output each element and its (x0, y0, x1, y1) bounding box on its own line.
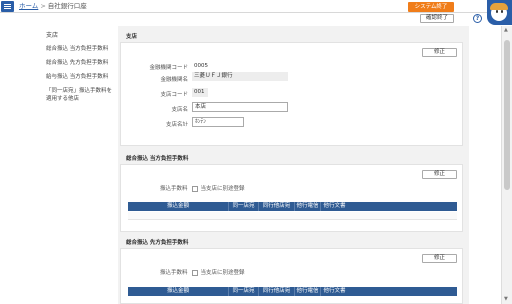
branch-code-value: 001 (192, 88, 208, 97)
fee-theirs-checkbox-label: 当支店に別途登録 (200, 270, 245, 276)
column-header: 同一店宛 (228, 287, 258, 296)
bank-code-value: 0005 (194, 63, 208, 69)
breadcrumb-home-link[interactable]: ホーム (19, 2, 38, 10)
confirm-exit-button[interactable]: 確認終了 (420, 14, 454, 23)
fee-theirs-section-title: 総合振込 先方負担手数料 (126, 240, 189, 246)
sidebar-item-fee-ours[interactable]: 総合振込 当方負担手数料 (46, 45, 116, 53)
hamburger-icon[interactable] (1, 1, 14, 12)
column-header: 同行他店宛 (258, 287, 294, 296)
fee-theirs-edit-button[interactable]: 修正 (422, 254, 457, 263)
fee-theirs-fee-label: 振込手数料 (160, 270, 188, 276)
breadcrumb-current: 自社銀行口座 (47, 2, 87, 10)
branch-section-title: 支店 (126, 34, 138, 40)
fee-ours-checkbox[interactable] (191, 185, 198, 192)
branch-name-label: 支店名 (171, 107, 188, 113)
sidebar-item-branch[interactable]: 支店 (46, 30, 116, 39)
scroll-up-icon[interactable]: ▲ (504, 27, 508, 33)
bank-name-label: 金融機関名 (160, 77, 188, 83)
column-header: 同一店宛 (228, 202, 258, 211)
fee-theirs-checkbox[interactable] (191, 269, 198, 276)
fee-ours-edit-button[interactable]: 修正 (422, 170, 457, 179)
fee-ours-fee-label: 振込手数料 (160, 186, 188, 192)
breadcrumb: ホーム > 自社銀行口座 (19, 2, 87, 10)
column-header: 他行文書 (320, 287, 348, 296)
fee-ours-option-row: 振込手数料 当支店に別途登録 (160, 184, 245, 192)
bank-name-value: 三菱ＵＦＪ銀行 (192, 72, 288, 81)
sidebar-item-fee-theirs[interactable]: 総合振込 先方負担手数料 (46, 59, 116, 67)
branch-kana-input[interactable]: ﾎﾝﾃﾝ (192, 117, 244, 127)
fee-ours-panel (120, 164, 463, 232)
vertical-scrollbar[interactable]: ▲ ▼ (501, 26, 512, 304)
fee-theirs-table-header: 振込金額 同一店宛 同行他店宛 他行電信 他行文書 (128, 287, 457, 296)
column-header: 振込金額 (166, 203, 189, 209)
sidebar-nav: 支店 総合振込 当方負担手数料 総合振込 先方負担手数料 給与振込 当方負担手数… (46, 30, 116, 109)
bank-code-label: 金融機関コード (149, 65, 188, 71)
branch-edit-button[interactable]: 修正 (422, 48, 457, 57)
fee-ours-checkbox-label: 当支店に別途登録 (200, 186, 245, 192)
column-header: 他行電信 (294, 287, 320, 296)
branch-name-input[interactable]: 本店 (192, 102, 288, 112)
branch-code-label: 支店コード (160, 92, 188, 98)
scrollbar-thumb[interactable] (504, 40, 510, 190)
column-header: 同行他店宛 (258, 202, 294, 211)
sidebar-item-same-branch-fee[interactable]: 「同一店宛」振込手数料を適用する他店 (46, 87, 116, 103)
sidebar-item-salary-fee[interactable]: 給与振込 当方負担手数料 (46, 73, 116, 81)
fee-ours-table-header: 振込金額 同一店宛 同行他店宛 他行電信 他行文書 (128, 202, 457, 211)
column-header: 他行電信 (294, 202, 320, 211)
user-avatar-icon[interactable] (487, 0, 512, 25)
column-header: 振込金額 (166, 288, 189, 294)
branch-kana-label: 支店名ｶﾅ (165, 122, 188, 128)
breadcrumb-separator: > (40, 2, 46, 10)
table-row (128, 212, 457, 220)
scroll-down-icon[interactable]: ▼ (504, 296, 508, 302)
fee-ours-section-title: 総合振込 当方負担手数料 (126, 156, 189, 162)
system-exit-button[interactable]: システム終了 (408, 2, 454, 12)
question-circle-icon[interactable]: ? (473, 14, 482, 23)
fee-theirs-option-row: 振込手数料 当支店に別途登録 (160, 268, 245, 276)
column-header: 他行文書 (320, 202, 348, 211)
